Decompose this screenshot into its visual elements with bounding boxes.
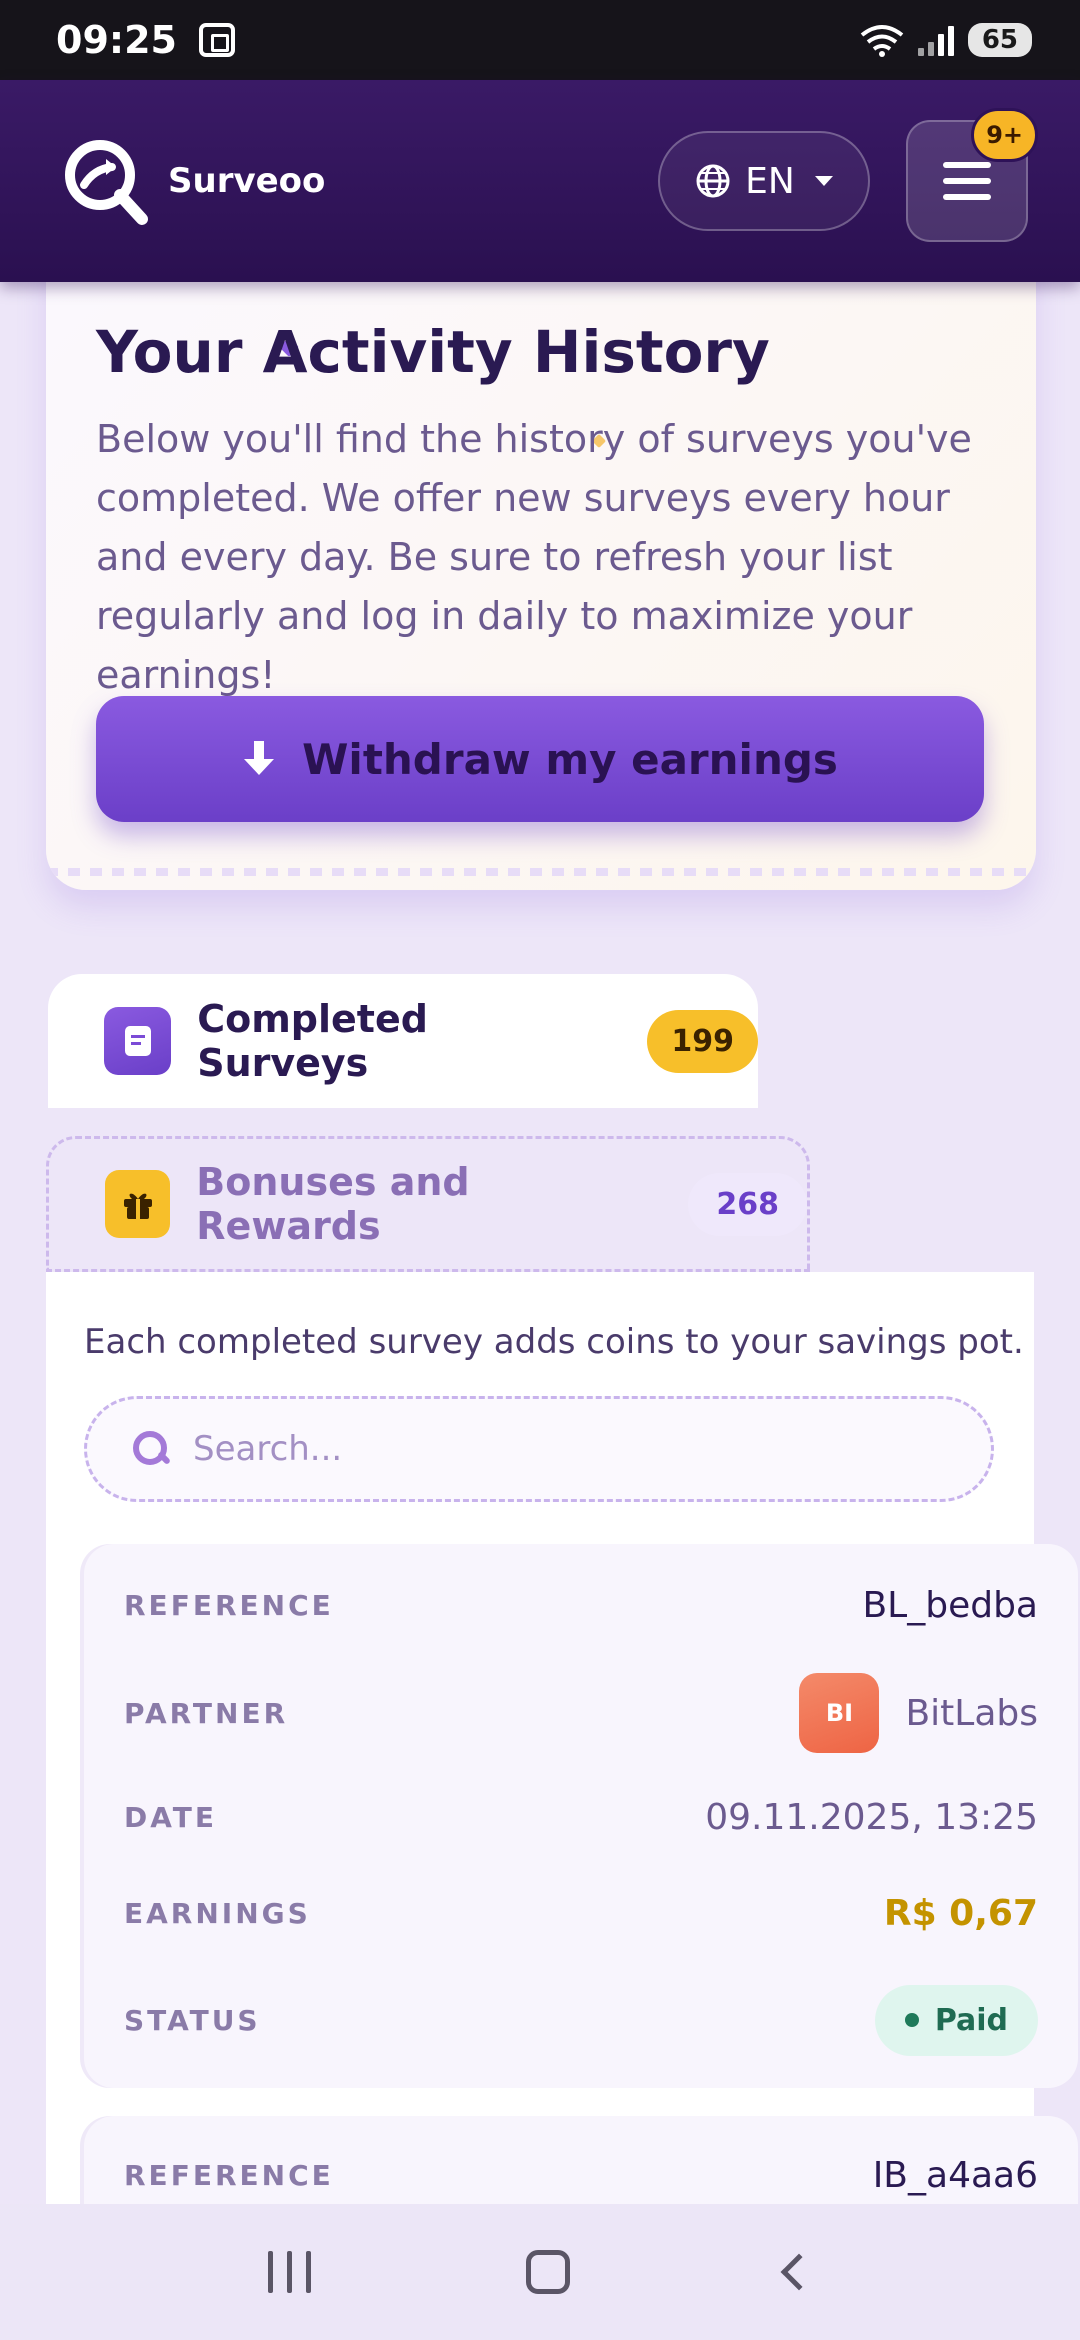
recent-apps-bar xyxy=(286,2251,292,2293)
search-placeholder: Search... xyxy=(193,1429,343,1469)
status-bar: 09:25 65 xyxy=(0,0,1080,80)
chevron-down-icon xyxy=(814,176,833,186)
reference-value: IB_a4aa6 xyxy=(872,2154,1038,2196)
language-code: EN xyxy=(745,160,795,202)
status-badge: Paid xyxy=(874,1984,1038,2056)
dashed-divider xyxy=(46,868,1036,876)
menu-button[interactable]: 9+ xyxy=(906,108,1038,242)
date-value: 09.11.2025, 13:25 xyxy=(705,1796,1038,1838)
earnings-label: EARNINGS xyxy=(124,1896,311,1930)
reference-value: BL_bedba xyxy=(862,1584,1038,1626)
globe-icon xyxy=(696,164,730,198)
brand-name: Surveoo xyxy=(168,161,326,201)
tab-label: Bonuses and Rewards xyxy=(196,1160,470,1248)
document-icon xyxy=(104,1007,172,1075)
partner-label: PARTNER xyxy=(124,1696,289,1730)
hamburger-bar xyxy=(943,194,991,200)
earnings-row: EARNINGS R$ 0,67 xyxy=(124,1888,1038,1938)
hamburger-bar xyxy=(943,178,991,184)
hamburger-icon xyxy=(943,162,991,168)
page-title: Your Activity History xyxy=(96,318,770,386)
reference-row: REFERENCE IB_a4aa6 xyxy=(124,2150,1038,2200)
tab-count-badge: 199 xyxy=(647,1009,758,1073)
tab-completed-surveys[interactable]: Completed Surveys 199 xyxy=(48,974,758,1108)
partner-info: BI BitLabs xyxy=(799,1673,1038,1753)
app-header: Surveoo EN 9+ xyxy=(0,80,1080,282)
status-time: 09:25 xyxy=(56,18,177,62)
battery-indicator: 65 xyxy=(967,23,1032,57)
partner-name: BitLabs xyxy=(905,1692,1038,1734)
tab-label: Completed Surveys xyxy=(197,997,428,1085)
survey-card[interactable]: REFERENCE BL_bedba PARTNER BI BitLabs DA… xyxy=(84,1544,1078,2088)
search-input[interactable]: Search... xyxy=(84,1396,994,1502)
withdraw-label: Withdraw my earnings xyxy=(302,734,838,784)
status-text: Paid xyxy=(934,2002,1008,2038)
recent-apps-bar xyxy=(267,2251,273,2293)
notification-badge: 9+ xyxy=(971,108,1038,162)
arrow-down-icon xyxy=(244,741,275,775)
date-label: DATE xyxy=(124,1800,217,1834)
back-button[interactable] xyxy=(780,2253,818,2291)
status-row: STATUS Paid xyxy=(124,1982,1038,2058)
reference-label: REFERENCE xyxy=(124,2158,334,2192)
system-nav-bar xyxy=(0,2204,1080,2340)
logo-icon xyxy=(65,140,148,225)
screen-record-icon xyxy=(198,23,235,57)
home-button[interactable] xyxy=(526,2250,571,2294)
surveys-panel: Each completed survey adds coins to your… xyxy=(46,1272,1078,2340)
brand-logo[interactable]: Surveoo xyxy=(60,135,658,227)
panel-description: Each completed survey adds coins to your… xyxy=(84,1322,1024,1362)
recent-apps-button[interactable] xyxy=(267,2251,311,2293)
signal-icon xyxy=(917,24,954,56)
partner-row: PARTNER BI BitLabs xyxy=(124,1672,1038,1754)
status-dot-icon xyxy=(904,2013,919,2027)
tab-count-badge: 268 xyxy=(688,1172,807,1236)
page-description: Below you'll find the history of surveys… xyxy=(96,417,972,697)
reference-label: REFERENCE xyxy=(124,1588,334,1622)
tab-bonuses-rewards[interactable]: Bonuses and Rewards 268 xyxy=(46,1136,810,1272)
withdraw-button[interactable]: Withdraw my earnings xyxy=(96,696,984,822)
gift-icon xyxy=(105,1170,171,1238)
activity-history-card: Your Activity History Below you'll find … xyxy=(46,240,1036,890)
reference-row: REFERENCE BL_bedba xyxy=(124,1580,1038,1630)
search-icon xyxy=(131,1429,171,1469)
status-label: STATUS xyxy=(124,2003,261,2037)
partner-logo: BI xyxy=(799,1673,880,1753)
earnings-value: R$ 0,67 xyxy=(883,1892,1038,1934)
language-selector[interactable]: EN xyxy=(658,131,870,231)
date-row: DATE 09.11.2025, 13:25 xyxy=(124,1792,1038,1842)
recent-apps-bar xyxy=(305,2251,311,2293)
wifi-icon xyxy=(860,25,904,57)
